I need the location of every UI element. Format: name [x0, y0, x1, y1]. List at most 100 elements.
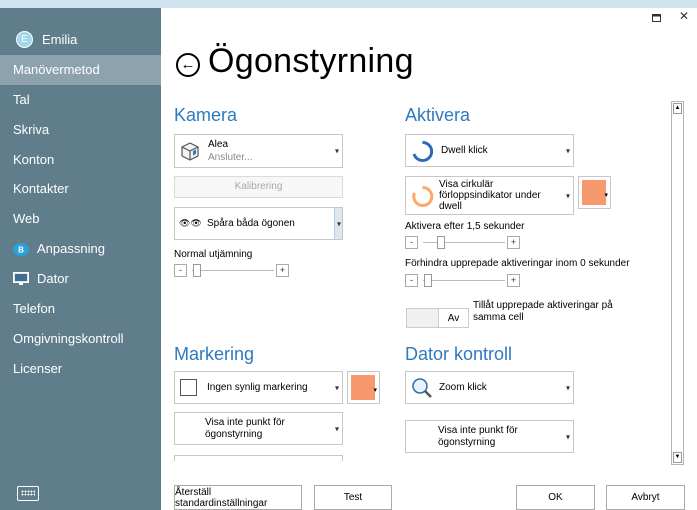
sidebar-item-skriva[interactable]: Skriva — [0, 115, 161, 145]
sidebar-item-licenser[interactable]: Licenser — [0, 354, 161, 384]
marking-square-icon — [180, 379, 197, 396]
sidebar-item-label: Anpassning — [37, 241, 105, 256]
scroll-down-icon[interactable]: ▼ — [673, 452, 682, 463]
sidebar: E Emilia Manövermetod Tal Skriva Konton … — [0, 8, 161, 510]
sidebar-item-label: Omgivningskontroll — [13, 331, 124, 346]
sidebar-item-web[interactable]: Web — [0, 204, 161, 234]
increase-button[interactable]: + — [507, 274, 520, 287]
back-arrow-icon[interactable]: ← — [176, 52, 200, 77]
eyes-icon: 👁👁 — [179, 218, 202, 228]
marking-select[interactable]: Ingen synlig markering ▾ — [174, 371, 343, 404]
allow-repeat-toggle[interactable]: Av — [406, 308, 469, 328]
tracking-label: Spåra båda ögonen — [207, 218, 295, 229]
markering-heading: Markering — [174, 344, 255, 364]
chevron-down-icon: ▾ — [565, 191, 570, 200]
sidebar-item-konton[interactable]: Konton — [0, 145, 161, 175]
camera-name: Alea — [208, 139, 229, 150]
camera-status: Ansluter... — [208, 152, 253, 163]
sidebar-item-manovermetod[interactable]: Manövermetod — [0, 55, 161, 85]
decrease-button[interactable]: - — [405, 236, 418, 249]
marking-point-select[interactable]: Visa inte punkt för ögonstyrning ▾ — [174, 412, 343, 445]
content-clip — [162, 461, 670, 478]
vertical-scrollbar[interactable]: ▲ ▼ — [671, 101, 684, 465]
sidebar-item-label: Kontakter — [13, 181, 69, 196]
dator-point-select[interactable]: Visa inte punkt för ögonstyrning ▾ — [405, 420, 574, 453]
chevron-down-icon: ▾ — [604, 192, 608, 199]
chevron-down-icon: ▾ — [373, 387, 377, 394]
svg-text:B: B — [18, 245, 24, 254]
chevron-down-icon: ▾ — [565, 383, 570, 392]
zoom-select[interactable]: Zoom klick ▾ — [405, 371, 574, 404]
zoom-label: Zoom klick — [439, 382, 487, 393]
chevron-down-icon: ▾ — [334, 146, 339, 156]
close-icon[interactable]: ✕ — [679, 9, 689, 23]
sidebar-item-tal[interactable]: Tal — [0, 85, 161, 115]
camera-device-icon — [181, 142, 199, 161]
test-button[interactable]: Test — [314, 485, 392, 510]
toggle-value: Av — [438, 309, 468, 327]
sidebar-item-label: Manövermetod — [13, 62, 100, 77]
slider-thumb[interactable] — [193, 264, 201, 277]
progress-label: Visa cirkulär förloppsindikator under dw… — [439, 179, 541, 212]
increase-button[interactable]: + — [276, 264, 289, 277]
dwell-label: Dwell klick — [441, 145, 488, 156]
progress-ring-icon — [412, 185, 434, 207]
chevron-down-icon: ▾ — [565, 146, 570, 155]
sidebar-item-label: Licenser — [13, 361, 63, 376]
sidebar-item-telefon[interactable]: Telefon — [0, 294, 161, 324]
progress-indicator-select[interactable]: Visa cirkulär förloppsindikator under dw… — [405, 176, 574, 215]
slider-thumb[interactable] — [424, 274, 432, 287]
point-label: Visa inte punkt för ögonstyrning — [438, 425, 518, 448]
reset-defaults-button[interactable]: Återställ standardinställningar — [174, 485, 302, 510]
sidebar-item-label: Web — [13, 211, 40, 226]
decrease-button[interactable]: - — [405, 274, 418, 287]
marking-color-picker[interactable]: ▾ — [347, 371, 380, 404]
sidebar-item-label: Tal — [13, 92, 30, 107]
user-avatar: E — [16, 31, 33, 48]
activate-after-label: Aktivera efter 1,5 sekunder — [405, 221, 525, 232]
chevron-down-icon: ▾ — [565, 432, 570, 441]
point-label: Visa inte punkt för ögonstyrning — [205, 417, 285, 440]
slider-thumb[interactable] — [437, 236, 445, 249]
color-swatch — [351, 375, 375, 400]
camera-select[interactable]: Alea Ansluter... ▾ — [174, 134, 343, 168]
dator-kontroll-heading: Dator kontroll — [405, 344, 513, 364]
page-header: ← Ögonstyrning — [176, 42, 414, 81]
prevent-repeat-slider[interactable]: - + — [405, 274, 521, 287]
chevron-down-icon: ▾ — [334, 383, 339, 392]
slider-track — [192, 270, 274, 271]
aktivera-heading: Aktivera — [405, 105, 471, 125]
increase-button[interactable]: + — [507, 236, 520, 249]
sidebar-item-label: Dator — [37, 271, 69, 286]
sidebar-item-dator[interactable]: Dator — [0, 264, 161, 294]
monitor-icon — [13, 272, 29, 286]
scroll-up-icon[interactable]: ▲ — [673, 103, 682, 114]
page-title: Ögonstyrning — [208, 42, 414, 80]
tracking-select[interactable]: 👁👁 Spåra båda ögonen ▾ — [174, 207, 343, 240]
ok-button[interactable]: OK — [516, 485, 595, 510]
progress-color-picker[interactable]: ▾ — [578, 176, 611, 209]
chevron-down-icon: ▾ — [336, 219, 341, 228]
anpassning-icon: B — [13, 242, 29, 256]
sidebar-item-anpassning[interactable]: B Anpassning — [0, 234, 161, 264]
maximize-icon[interactable] — [652, 11, 661, 25]
slider-track — [423, 242, 505, 243]
marking-label: Ingen synlig markering — [207, 382, 308, 393]
smoothing-slider[interactable]: - + — [174, 264, 290, 277]
decrease-button[interactable]: - — [174, 264, 187, 277]
sidebar-item-kontakter[interactable]: Kontakter — [0, 174, 161, 204]
settings-window: E Emilia Manövermetod Tal Skriva Konton … — [0, 7, 697, 510]
dwell-ring-icon — [412, 140, 434, 162]
sidebar-item-label: Konton — [13, 152, 55, 167]
sidebar-item-label: Skriva — [13, 122, 50, 137]
dwell-select[interactable]: Dwell klick ▾ — [405, 134, 574, 167]
keyboard-icon[interactable] — [17, 486, 39, 501]
calibrate-button[interactable]: Kalibrering — [174, 176, 343, 198]
magnifier-icon — [412, 378, 432, 398]
cancel-button[interactable]: Avbryt — [606, 485, 685, 510]
chevron-down-icon: ▾ — [334, 424, 339, 433]
prevent-repeat-label: Förhindra upprepade aktiveringar inom 0 … — [405, 258, 630, 269]
sidebar-item-omgivningskontroll[interactable]: Omgivningskontroll — [0, 324, 161, 354]
activate-after-slider[interactable]: - + — [405, 236, 521, 249]
user-profile[interactable]: E Emilia — [16, 31, 77, 48]
